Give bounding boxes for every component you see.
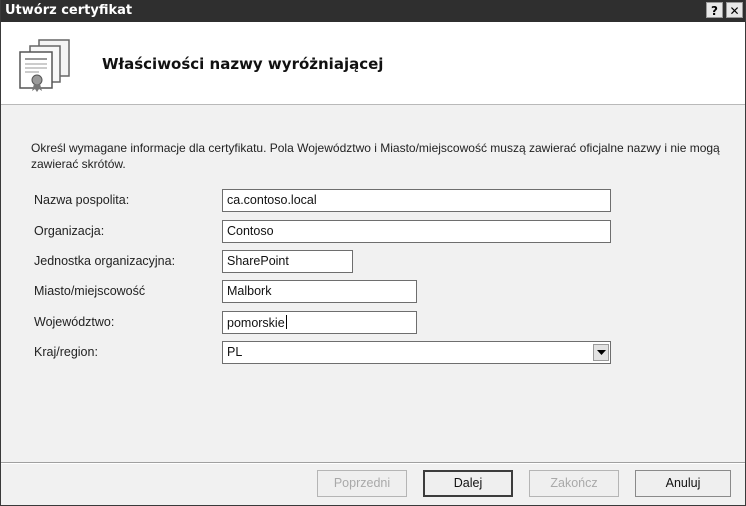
state-input[interactable]: pomorskie bbox=[222, 311, 417, 334]
common-name-label: Nazwa pospolita: bbox=[34, 193, 130, 207]
back-button[interactable]: Poprzedni bbox=[317, 470, 407, 497]
instructions-text: Określ wymagane informacje dla certyfika… bbox=[31, 141, 720, 171]
common-name-input[interactable]: ca.contoso.local bbox=[222, 189, 611, 212]
city-label: Miasto/miejscowość bbox=[34, 284, 146, 298]
next-button[interactable]: Dalej bbox=[423, 470, 513, 497]
title-bar[interactable]: Utwórz certyfikat ? ✕ bbox=[1, 0, 745, 22]
state-label: Województwo: bbox=[34, 315, 115, 329]
organization-label: Organizacja: bbox=[34, 224, 105, 238]
close-button[interactable]: ✕ bbox=[726, 2, 743, 18]
text-caret bbox=[285, 315, 287, 329]
organization-input[interactable]: Contoso bbox=[222, 220, 611, 243]
help-button[interactable]: ? bbox=[706, 2, 723, 18]
footer-divider-highlight bbox=[1, 463, 745, 464]
page-title: Właściwości nazwy wyróżniającej bbox=[102, 55, 384, 73]
chevron-down-icon[interactable] bbox=[593, 344, 609, 361]
org-unit-input[interactable]: SharePoint bbox=[222, 250, 353, 273]
create-certificate-dialog: Utwórz certyfikat ? ✕ Właściwości nazwy … bbox=[0, 0, 746, 506]
state-value: pomorskie bbox=[227, 316, 285, 330]
finish-button[interactable]: Zakończ bbox=[529, 470, 619, 497]
cancel-button[interactable]: Anuluj bbox=[635, 470, 731, 497]
country-select[interactable]: PL bbox=[222, 341, 611, 364]
certificate-icon bbox=[17, 38, 75, 92]
country-value: PL bbox=[227, 345, 243, 359]
window-title: Utwórz certyfikat bbox=[5, 3, 133, 18]
country-label: Kraj/region: bbox=[34, 345, 98, 359]
wizard-header: Właściwości nazwy wyróżniającej bbox=[1, 22, 745, 105]
org-unit-label: Jednostka organizacyjna: bbox=[34, 254, 176, 268]
city-input[interactable]: Malbork bbox=[222, 280, 417, 303]
